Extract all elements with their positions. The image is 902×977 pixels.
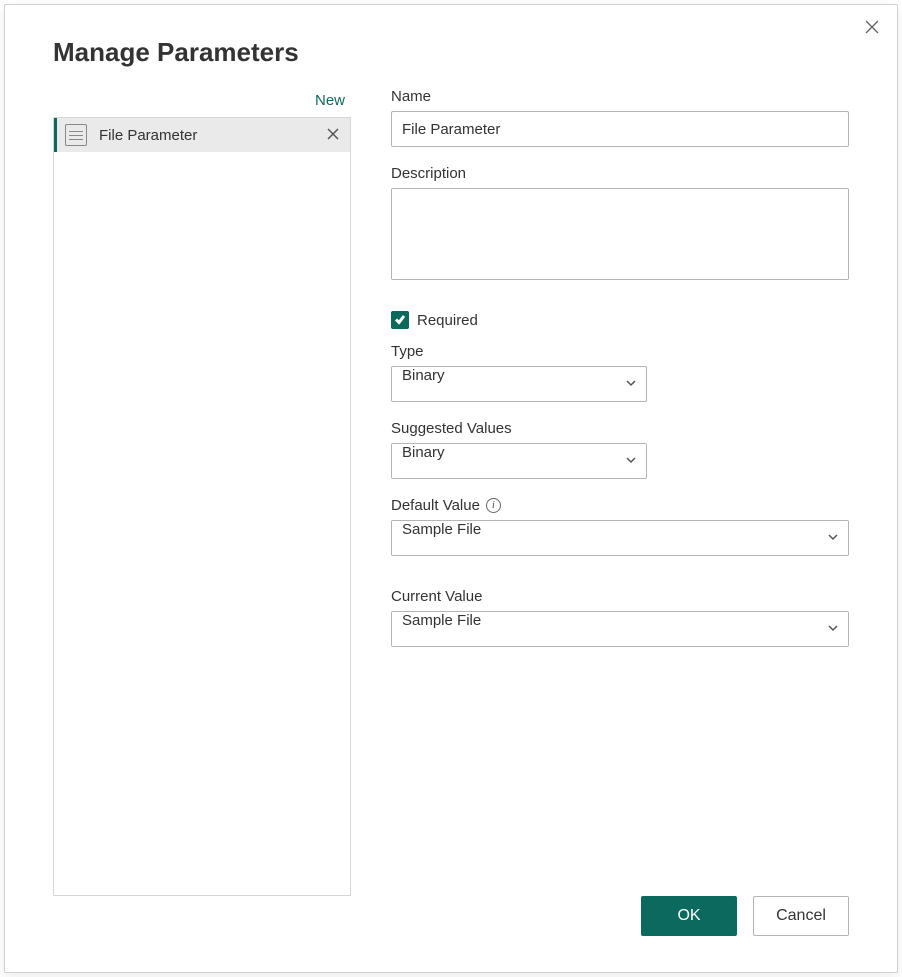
required-label: Required <box>417 312 478 329</box>
parameter-list-pane: New File Parameter <box>53 88 351 896</box>
current-value-label: Current Value <box>391 588 849 605</box>
ok-button[interactable]: OK <box>641 896 737 936</box>
suggested-values-select[interactable]: Binary <box>391 443 647 479</box>
default-value-label-text: Default Value <box>391 497 480 514</box>
info-icon[interactable]: i <box>486 498 501 513</box>
remove-parameter-button[interactable] <box>324 126 342 144</box>
parameter-item[interactable]: File Parameter <box>54 118 350 152</box>
description-label: Description <box>391 165 849 182</box>
parameter-item-label: File Parameter <box>99 127 324 144</box>
x-icon <box>327 127 339 143</box>
suggested-values-label: Suggested Values <box>391 420 849 437</box>
cancel-button[interactable]: Cancel <box>753 896 849 936</box>
dialog-footer: OK Cancel <box>5 896 897 972</box>
default-value-select[interactable]: Sample File <box>391 520 849 556</box>
close-button[interactable] <box>861 17 883 39</box>
required-checkbox[interactable] <box>391 311 409 329</box>
parameter-list: File Parameter <box>53 117 351 896</box>
parameter-icon <box>65 124 87 146</box>
new-parameter-link[interactable]: New <box>53 88 351 117</box>
name-label: Name <box>391 88 849 105</box>
name-input[interactable] <box>391 111 849 147</box>
type-select[interactable]: Binary <box>391 366 647 402</box>
parameter-form: Name Description Required Type Binary <box>391 88 849 896</box>
manage-parameters-dialog: Manage Parameters New File Parameter <box>4 4 898 973</box>
description-input[interactable] <box>391 188 849 280</box>
type-label: Type <box>391 343 849 360</box>
default-value-label: Default Value i <box>391 497 849 514</box>
dialog-title: Manage Parameters <box>5 5 897 88</box>
current-value-select[interactable]: Sample File <box>391 611 849 647</box>
close-icon <box>864 19 880 38</box>
check-icon <box>394 312 406 328</box>
